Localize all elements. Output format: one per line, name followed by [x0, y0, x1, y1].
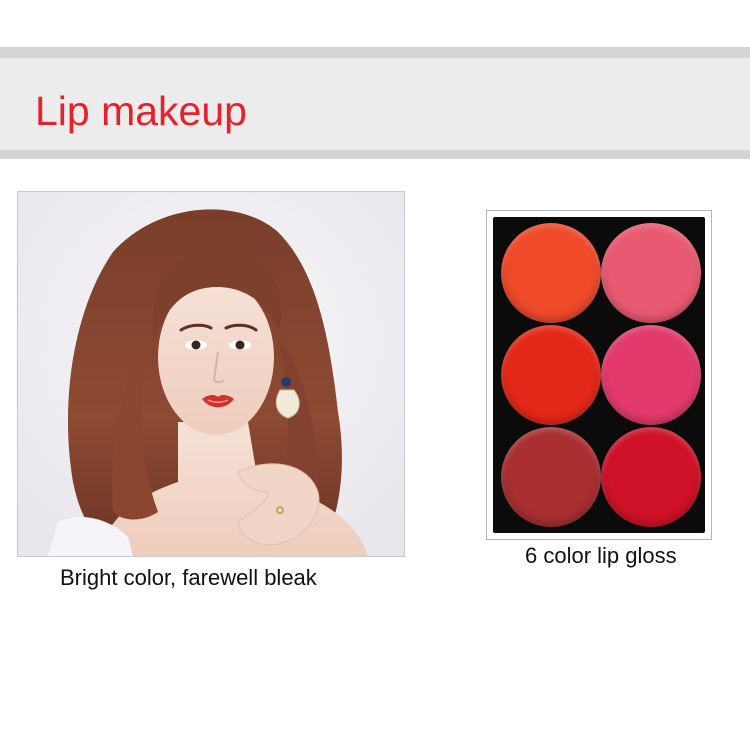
shade-pan-3: [501, 325, 601, 425]
model-illustration: [18, 192, 404, 556]
shade-pan-6: [601, 427, 701, 527]
palette-caption: 6 color lip gloss: [525, 543, 677, 568]
shade-pan-2: [601, 223, 701, 323]
page-title: Lip makeup: [35, 88, 247, 134]
left-iris: [191, 340, 201, 350]
earring-stone: [281, 377, 291, 387]
right-iris: [235, 340, 245, 350]
palette-case: [493, 217, 705, 533]
header-bottom-band: [0, 150, 750, 159]
lip-gloss-palette-image: [486, 210, 712, 540]
header-top-band: [0, 47, 750, 58]
shade-pan-1: [501, 223, 601, 323]
product-page: Lip makeup Bright color, farewell bleak …: [0, 0, 750, 750]
model-photo: [17, 191, 405, 557]
shade-pan-4: [601, 325, 701, 425]
shade-pan-5: [501, 427, 601, 527]
photo-caption: Bright color, farewell bleak: [60, 565, 317, 590]
